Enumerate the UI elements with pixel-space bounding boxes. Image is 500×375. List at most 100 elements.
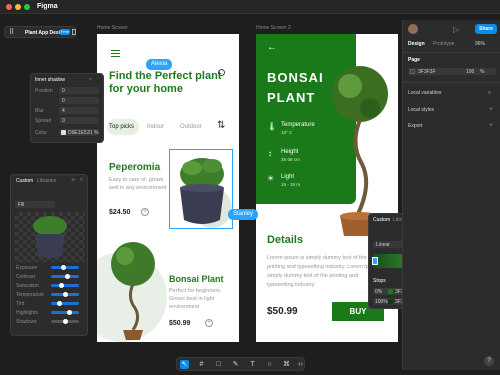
peperomia-image[interactable] xyxy=(169,149,233,229)
minimize-window-button[interactable] xyxy=(15,4,21,10)
shadows-slider[interactable] xyxy=(51,319,79,324)
add-to-cart-icon[interactable]: + xyxy=(205,319,213,327)
shadows-label: Shadows xyxy=(16,319,37,325)
spec-value: 18° C xyxy=(281,130,293,135)
tab-outdoor[interactable]: Outdoor xyxy=(180,124,202,130)
move-tool-icon[interactable]: ↖ xyxy=(180,360,189,369)
card-price-bonsai: $50.99 xyxy=(169,320,191,327)
thermometer-icon: 🌡 xyxy=(267,122,278,131)
menu-icon[interactable] xyxy=(111,50,120,51)
avatar[interactable] xyxy=(408,24,418,34)
exposure-slider[interactable] xyxy=(51,265,79,270)
tab-custom[interactable]: Custom xyxy=(373,217,390,223)
pen-tool-icon[interactable]: ✎ xyxy=(231,360,240,369)
actions-tool-icon[interactable]: ⌘ xyxy=(282,360,291,369)
sidebar-toggle-icon[interactable] xyxy=(72,29,76,35)
color-swatch[interactable] xyxy=(61,130,66,135)
maximize-window-button[interactable] xyxy=(24,4,30,10)
frame-label-home2[interactable]: Home Screen 2 xyxy=(256,25,291,31)
filter-icon[interactable]: ⇅ xyxy=(217,120,225,131)
dev-mode-icon[interactable]: ‹› xyxy=(296,360,305,369)
right-design-panel[interactable]: ▷ Share Design Prototype 96% Page 3F3F3F… xyxy=(402,20,500,370)
card-title-peperomia: Peperomia xyxy=(109,162,161,173)
add-to-cart-icon[interactable]: + xyxy=(141,208,149,216)
add-export-icon[interactable]: + xyxy=(489,122,493,129)
shadow-color-field[interactable]: D9E1E5 31 % xyxy=(59,129,99,136)
tab-prototype[interactable]: Prototype xyxy=(433,41,454,47)
spec-label: Temperature xyxy=(281,122,315,128)
position-x-field[interactable]: 0 xyxy=(59,87,99,94)
position-y-field[interactable]: 0 xyxy=(59,97,99,104)
image-preview[interactable] xyxy=(15,212,85,262)
gradient-stop-handle[interactable] xyxy=(372,257,378,265)
shape-tool-icon[interactable]: □ xyxy=(214,360,223,369)
temperature-slider[interactable] xyxy=(51,292,79,297)
figma-menu-icon[interactable]: ⠿ xyxy=(9,28,14,36)
title-bar: Figma xyxy=(0,0,500,14)
bottom-toolbar[interactable]: ↖ # □ ✎ T ○ ⌘ ‹› xyxy=(176,357,305,371)
spec-label: Height xyxy=(281,149,299,155)
saturation-label: Saturation xyxy=(16,283,39,289)
home-screen-frame[interactable]: Find the Perfect plant for your home Top… xyxy=(97,34,239,342)
color-label: Color xyxy=(35,130,47,136)
local-variables-row[interactable]: Local variables xyxy=(408,90,441,96)
back-arrow-icon[interactable]: ← xyxy=(267,42,277,53)
play-icon[interactable]: ▷ xyxy=(453,25,459,34)
card-price-peperomia: $24.50 xyxy=(109,209,131,216)
app-title: Figma xyxy=(37,3,58,10)
spread-label: Spread xyxy=(35,118,52,124)
share-button[interactable]: Share xyxy=(475,24,497,34)
tab-design[interactable]: Design xyxy=(408,41,425,47)
page-color-field[interactable]: 3F3F3F 100 % xyxy=(408,68,496,75)
stops-label: Stops xyxy=(373,278,386,284)
text-tool-icon[interactable]: T xyxy=(248,360,257,369)
highlights-slider[interactable] xyxy=(51,310,79,315)
variables-icon[interactable]: ≡ xyxy=(488,90,491,96)
spread-field[interactable]: 0 xyxy=(59,117,99,124)
saturation-slider[interactable] xyxy=(51,283,79,288)
export-row[interactable]: Export xyxy=(408,123,422,129)
plan-badge: Free xyxy=(60,29,70,35)
highlights-label: Highlights xyxy=(16,310,38,316)
tab-libraries[interactable]: Libraries xyxy=(37,178,56,184)
gradient-type-select[interactable]: Linear xyxy=(373,241,403,248)
close-icon[interactable]: × xyxy=(89,77,92,83)
tab-top-picks[interactable]: Top picks xyxy=(109,124,134,130)
inner-shadow-panel[interactable]: Inner shadow × Position 0 0 Blur 4 Sprea… xyxy=(30,73,104,143)
contrast-slider[interactable] xyxy=(51,274,79,279)
spec-label: Light xyxy=(281,174,295,180)
close-icon[interactable]: × xyxy=(80,177,83,183)
local-styles-row[interactable]: Local styles xyxy=(408,107,434,113)
fill-mode-select[interactable]: Fill xyxy=(15,201,55,208)
card-desc-peperomia: Easy to care of, grows well in any envir… xyxy=(109,177,167,191)
bonsai-small-image xyxy=(103,238,165,342)
card-desc-bonsai: Perfect for beginners. Grows best in lig… xyxy=(169,288,222,310)
frame-tool-icon[interactable]: # xyxy=(197,360,206,369)
cursor-label-alexia: Alexia xyxy=(146,59,173,70)
sun-icon: ☀ xyxy=(267,174,275,183)
add-style-icon[interactable]: + xyxy=(489,106,493,113)
tint-label: Tint xyxy=(16,301,25,307)
tab-indoor[interactable]: Indoor xyxy=(147,124,164,130)
help-button[interactable]: ? xyxy=(484,356,494,366)
tint-slider[interactable] xyxy=(51,301,79,306)
tab-custom[interactable]: Custom xyxy=(16,178,33,184)
close-window-button[interactable] xyxy=(6,4,12,10)
blur-field[interactable]: 4 xyxy=(59,107,99,114)
project-switcher[interactable]: ⠿ Plant App Design Free xyxy=(4,26,76,38)
details-price: $50.99 xyxy=(267,306,298,317)
position-label: Position xyxy=(35,88,53,94)
comment-tool-icon[interactable]: ○ xyxy=(265,360,274,369)
blur-label: Blur xyxy=(35,108,44,114)
image-fill-panel[interactable]: Custom Libraries + × Fill Exposure Contr… xyxy=(10,174,88,336)
frame-label-home[interactable]: Home Screen xyxy=(97,25,128,31)
card-title-bonsai: Bonsai Plant xyxy=(169,274,224,284)
page-section-label: Page xyxy=(408,57,420,63)
exposure-label: Exposure xyxy=(16,265,38,271)
search-icon[interactable] xyxy=(218,69,225,76)
details-section-title: Details xyxy=(267,234,304,246)
add-icon[interactable]: + xyxy=(71,177,75,184)
spec-value: 15 - 18 m xyxy=(281,182,301,187)
zoom-level[interactable]: 96% xyxy=(475,41,485,47)
height-icon: ↕ xyxy=(268,149,272,158)
